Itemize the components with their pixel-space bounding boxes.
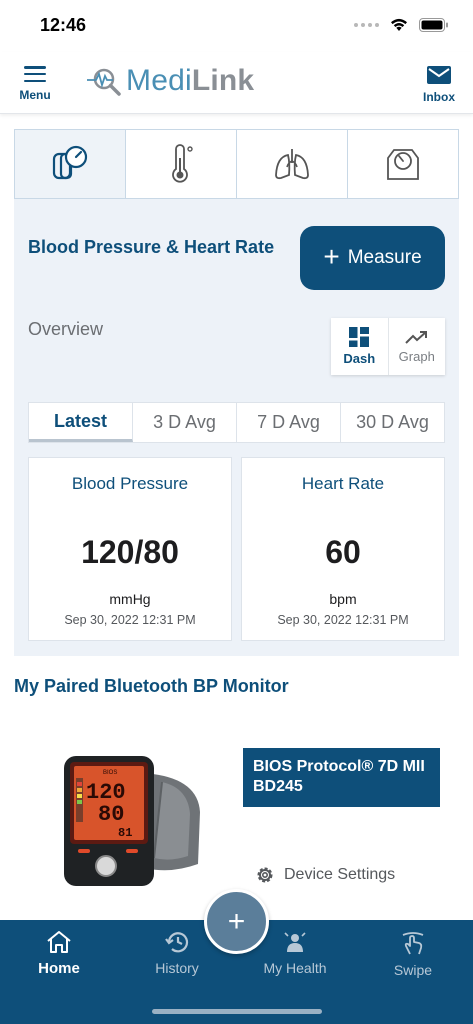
blood-pressure-icon <box>52 145 88 180</box>
add-fab-button[interactable]: + <box>204 889 269 954</box>
nav-my-health-label: My Health <box>263 960 327 976</box>
metric-value: 60 <box>325 534 361 570</box>
vitals-panel: Blood Pressure & Heart Rate + Measure Ov… <box>14 129 459 656</box>
monitor-pulse-reading: 81 <box>118 826 132 840</box>
medilink-logo: MediLink <box>86 64 254 98</box>
person-health-icon <box>284 932 306 952</box>
inbox-button[interactable]: Inbox <box>419 66 459 104</box>
device-settings-button[interactable]: Device Settings <box>254 864 395 886</box>
status-bar: 12:46 <box>0 0 473 52</box>
dashboard-icon <box>349 327 370 347</box>
tab-blood-pressure[interactable] <box>15 130 126 198</box>
logo-text: MediLink <box>126 64 254 98</box>
nav-history-label: History <box>155 960 199 976</box>
nav-home[interactable]: Home <box>9 930 109 977</box>
status-time: 12:46 <box>40 15 87 35</box>
metric-value: 120/80 <box>81 534 179 570</box>
metric-title: Heart Rate <box>301 474 385 493</box>
tab-7-day-average[interactable]: 7 D Avg <box>237 403 341 442</box>
history-icon <box>165 932 189 953</box>
dash-view-button[interactable]: Dash <box>331 318 389 375</box>
gear-icon <box>257 867 273 883</box>
section-title: Blood Pressure & Heart Rate <box>28 237 275 257</box>
cellular-signal-icon <box>354 22 379 27</box>
view-toggle: Dash Graph <box>331 318 445 375</box>
measure-label: Measure <box>347 247 422 268</box>
heart-rate-card[interactable]: Heart Rate 60 bpm Sep 30, 2022 12:31 PM <box>241 457 445 641</box>
nav-home-label: Home <box>38 960 80 977</box>
paired-device-title: My Paired Bluetooth BP Monitor <box>14 676 289 696</box>
envelope-icon <box>427 66 451 84</box>
wifi-icon <box>391 18 407 31</box>
period-tabs: Latest 3 D Avg 7 D Avg 30 D Avg <box>28 402 445 443</box>
overview-label: Overview <box>28 319 104 339</box>
graph-label: Graph <box>398 349 435 364</box>
nav-swipe[interactable]: Swipe <box>363 930 463 978</box>
tab-3-day-average[interactable]: 3 D Avg <box>133 403 237 442</box>
device-settings-label: Device Settings <box>284 866 396 883</box>
tab-30-day-average[interactable]: 30 D Avg <box>341 403 444 442</box>
monitor-brand-text: BIOS <box>103 770 117 776</box>
bp-monitor-image: BIOS 120 80 81 <box>64 756 200 886</box>
scale-icon <box>387 149 419 180</box>
app-header: Menu MediLink Inbox <box>0 52 473 114</box>
status-icons <box>354 17 449 32</box>
metric-date: Sep 30, 2022 12:31 PM <box>277 613 409 627</box>
measure-button[interactable]: + Measure <box>300 226 445 290</box>
battery-icon <box>419 17 448 32</box>
tab-weight[interactable] <box>348 130 458 198</box>
logo-text-bold: Link <box>191 64 255 97</box>
home-icon <box>47 931 71 953</box>
tab-temperature[interactable] <box>126 130 237 198</box>
swipe-hand-icon <box>402 932 424 955</box>
graph-view-button[interactable]: Graph <box>389 318 446 375</box>
tab-respiratory[interactable] <box>237 130 348 198</box>
metric-date: Sep 30, 2022 12:31 PM <box>64 613 196 627</box>
hamburger-icon <box>24 66 46 82</box>
inbox-label: Inbox <box>423 90 455 104</box>
nav-swipe-label: Swipe <box>393 962 433 978</box>
dash-label: Dash <box>343 351 376 366</box>
trend-up-icon <box>405 331 427 344</box>
plus-icon: + <box>323 240 340 272</box>
thermometer-icon <box>172 144 193 183</box>
home-indicator <box>152 1009 322 1014</box>
monitor-dia-reading: 80 <box>98 802 124 827</box>
menu-button[interactable]: Menu <box>14 66 56 102</box>
metric-unit: mmHg <box>109 591 151 607</box>
metric-title: Blood Pressure <box>71 474 189 493</box>
blood-pressure-card[interactable]: Blood Pressure 120/80 mmHg Sep 30, 2022 … <box>28 457 232 641</box>
device-name-label[interactable]: BIOS Protocol® 7D MII BD245 <box>243 748 440 807</box>
menu-label: Menu <box>19 88 51 102</box>
plus-icon: + <box>227 904 246 938</box>
metric-unit: bpm <box>329 591 357 607</box>
lungs-icon <box>275 149 309 180</box>
tab-latest[interactable]: Latest <box>29 403 133 442</box>
pulse-magnifier-icon <box>87 68 121 96</box>
logo-text-main: Medi <box>126 64 192 97</box>
vital-type-tabs <box>14 129 459 199</box>
